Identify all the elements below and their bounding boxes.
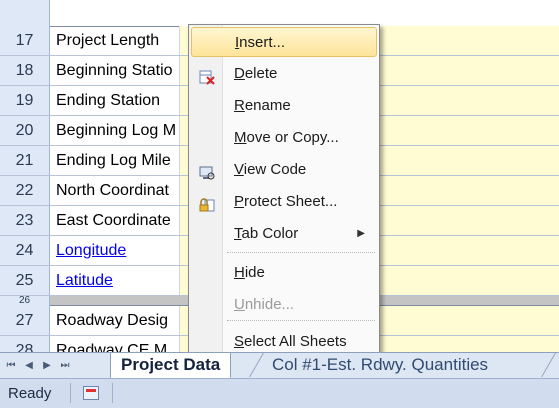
- menu-item-unhide: Unhide...: [191, 290, 377, 320]
- label-cell[interactable]: Roadway Desig: [50, 306, 180, 335]
- menu-item-label: Hide: [234, 264, 265, 281]
- menu-item-rename[interactable]: Rename: [191, 91, 377, 121]
- first-sheet-nav-icon[interactable]: ⏮: [4, 358, 18, 374]
- protect-sheet-icon: [199, 194, 215, 212]
- row-header[interactable]: 23: [0, 206, 50, 235]
- tab-divider: [541, 353, 556, 377]
- label-cell[interactable]: Project Length: [50, 26, 180, 55]
- tab-project-data[interactable]: Project Data: [110, 353, 232, 379]
- sheet-tab-context-menu: Insert... Delete Rename Move or Copy... View…: [188, 24, 380, 356]
- row-header[interactable]: 20: [0, 116, 50, 145]
- label-cell[interactable]: Ending Log Mile: [50, 146, 180, 175]
- menu-item-protect[interactable]: Protect Sheet...: [191, 187, 377, 217]
- menu-item-tab-color[interactable]: Tab Color ▶: [191, 219, 377, 249]
- menu-item-insert[interactable]: Insert...: [191, 27, 377, 57]
- label-cell[interactable]: East Coordinate: [50, 206, 180, 235]
- submenu-arrow-icon: ▶: [357, 228, 365, 239]
- row-header[interactable]: 27: [0, 306, 50, 335]
- menu-item-label: Move or Copy...: [234, 129, 339, 146]
- menu-item-label: Rename: [234, 97, 291, 114]
- status-divider: [112, 383, 113, 403]
- menu-item-move-copy[interactable]: Move or Copy...: [191, 123, 377, 153]
- sheet-tab-bar: ⏮ ◀ ▶ ⏭ Project Data Col #1-Est. Rdwy. Q…: [0, 352, 559, 379]
- status-ready-text: Ready: [8, 385, 52, 402]
- label-cell[interactable]: Ending Station: [50, 86, 180, 115]
- row-header[interactable]: 21: [0, 146, 50, 175]
- menu-item-label: Tab Color: [234, 225, 299, 242]
- hyperlink-cell[interactable]: Latitude: [50, 266, 180, 295]
- view-code-icon: [199, 162, 215, 180]
- row-header[interactable]: 26: [0, 296, 50, 306]
- hyperlink-cell[interactable]: Longitude: [50, 236, 180, 265]
- macro-record-icon[interactable]: [83, 386, 99, 400]
- next-sheet-nav-icon[interactable]: ▶: [40, 358, 54, 374]
- menu-item-label: Protect Sheet...: [234, 193, 338, 210]
- row-header[interactable]: 17: [0, 26, 50, 55]
- row-header[interactable]: 22: [0, 176, 50, 205]
- menu-item-label: Delete: [234, 65, 278, 82]
- label-cell[interactable]: Beginning Log M: [50, 116, 180, 145]
- row-header[interactable]: [0, 0, 50, 26]
- row-16-partial: [0, 0, 559, 27]
- row-header[interactable]: 25: [0, 266, 50, 295]
- menu-item-view-code[interactable]: View Code: [191, 155, 377, 185]
- label-cell[interactable]: Beginning Statio: [50, 56, 180, 85]
- row-header[interactable]: 19: [0, 86, 50, 115]
- menu-item-label: Insert...: [235, 34, 286, 51]
- menu-item-label: View Code: [234, 161, 307, 178]
- row-header[interactable]: 18: [0, 56, 50, 85]
- tab-col1-est-rdwy-quantities[interactable]: Col #1-Est. Rdwy. Quantities: [262, 353, 498, 377]
- status-divider: [70, 383, 71, 403]
- menu-separator: [227, 252, 375, 253]
- menu-separator: [227, 320, 375, 321]
- row-header[interactable]: 24: [0, 236, 50, 265]
- last-sheet-nav-icon[interactable]: ⏭: [58, 358, 72, 374]
- menu-item-label: Unhide...: [234, 296, 295, 313]
- menu-item-hide[interactable]: Hide: [191, 258, 377, 288]
- status-bar: Ready: [0, 378, 559, 408]
- menu-item-delete[interactable]: Delete: [191, 59, 377, 89]
- label-cell[interactable]: North Coordinat: [50, 176, 180, 205]
- delete-sheet-icon: [199, 66, 215, 85]
- prev-sheet-nav-icon[interactable]: ◀: [22, 358, 36, 374]
